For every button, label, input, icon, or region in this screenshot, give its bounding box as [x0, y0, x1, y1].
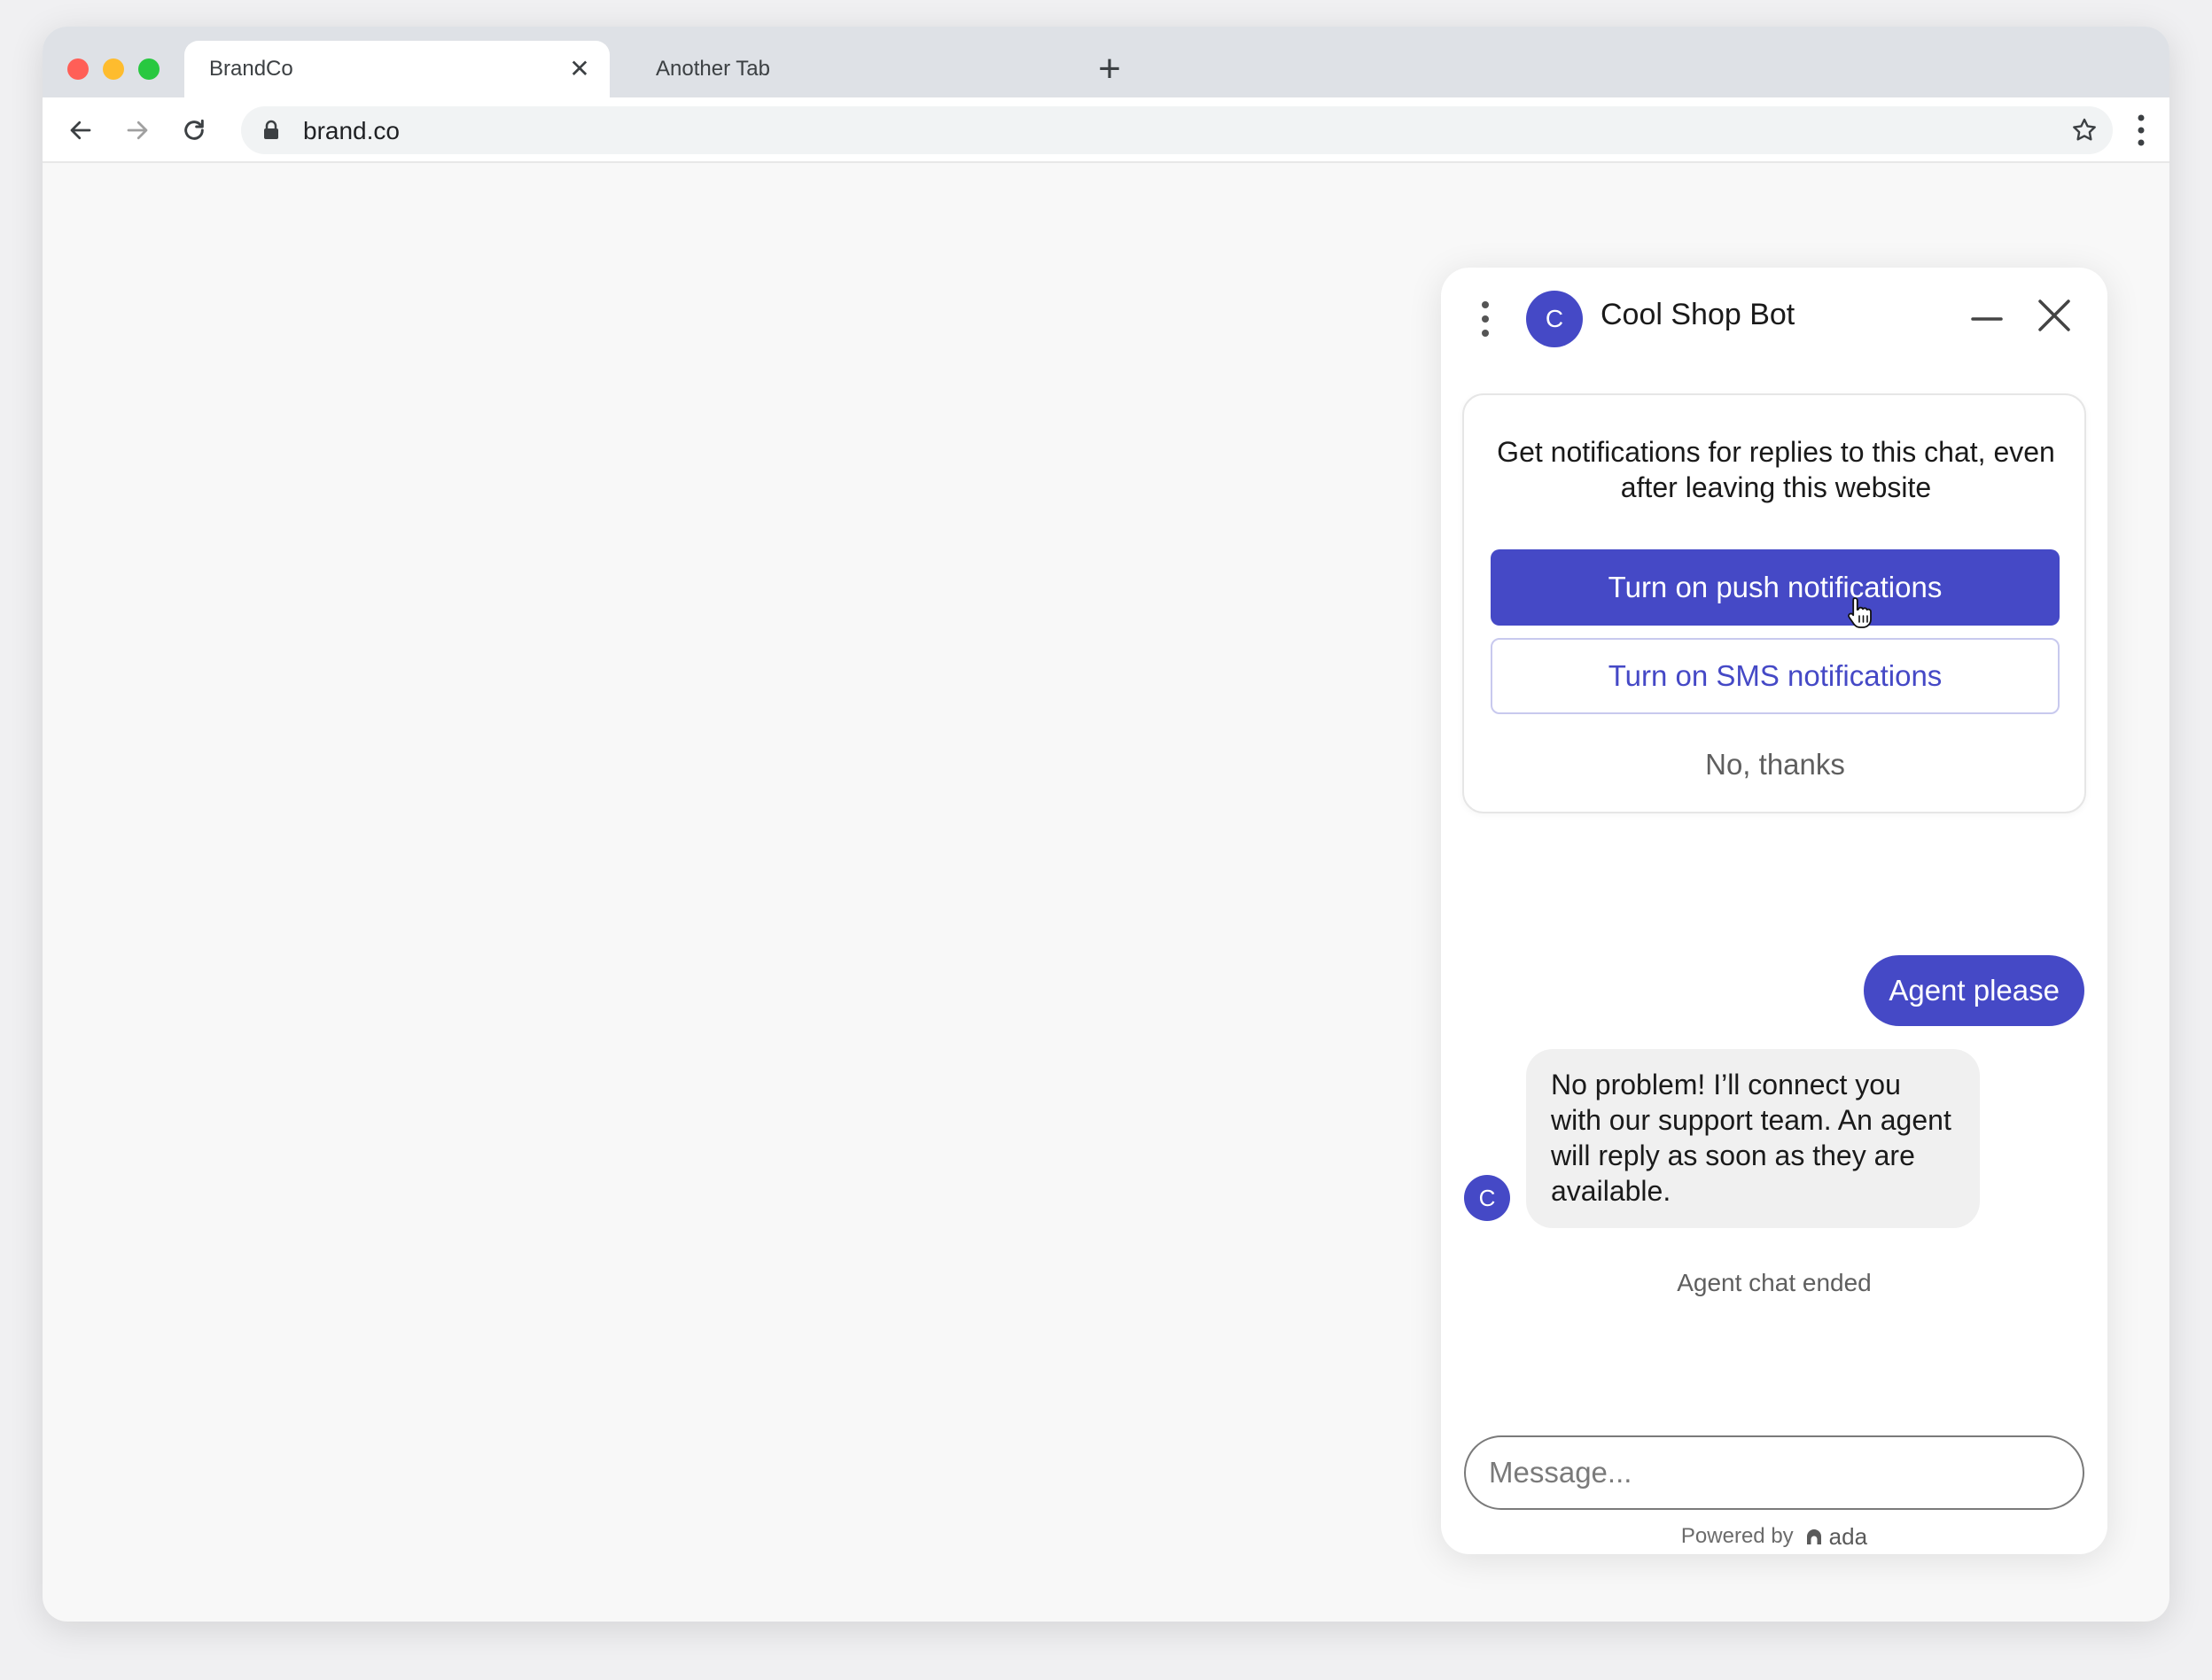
bookmark-star-icon[interactable] [2070, 116, 2099, 144]
powered-by-footer[interactable]: Powered by ada [1441, 1519, 2107, 1554]
bot-message-avatar: C [1464, 1175, 1510, 1221]
bot-avatar: C [1526, 291, 1583, 347]
notification-prompt-text: Get notifications for replies to this ch… [1497, 436, 2055, 503]
powered-by-label: Powered by [1680, 1524, 1794, 1548]
notification-prompt: Get notifications for replies to this ch… [1462, 393, 2086, 813]
hand-cursor-icon [1848, 597, 1872, 628]
reload-button[interactable] [174, 110, 214, 151]
browser-menu-icon[interactable] [2136, 112, 2146, 149]
tab-label: BrandCo [209, 57, 293, 81]
tab-brandco[interactable]: BrandCo ✕ [184, 41, 610, 97]
tab-label: Another Tab [656, 57, 770, 81]
close-icon[interactable] [2037, 298, 2072, 333]
ada-logo-icon [1806, 1529, 1821, 1544]
system-status-note: Agent chat ended [1677, 1269, 1872, 1296]
tab-strip: BrandCo ✕ Another Tab + [43, 27, 2169, 97]
arrow-right-icon [127, 121, 148, 140]
back-button[interactable] [60, 110, 101, 151]
maximize-window-button[interactable] [138, 58, 160, 80]
browser-window: BrandCo ✕ Another Tab + brand.co C Cool … [43, 27, 2169, 1622]
tab-close-icon[interactable]: ✕ [565, 55, 594, 83]
reload-icon [184, 119, 204, 140]
close-window-button[interactable] [67, 58, 89, 80]
sms-notifications-button[interactable]: Turn on SMS notifications [1491, 638, 2060, 714]
browser-toolbar: brand.co [43, 97, 2169, 163]
new-tab-icon[interactable]: + [1088, 48, 1131, 90]
chat-header: C Cool Shop Bot [1441, 268, 2107, 367]
chat-menu-icon[interactable] [1480, 299, 1491, 338]
url-text: brand.co [303, 117, 400, 144]
minimize-icon[interactable] [1969, 303, 2005, 335]
brand-name: ada [1828, 1522, 1868, 1550]
decline-notifications-button[interactable]: No, thanks [1491, 727, 2060, 803]
arrow-left-icon [70, 121, 91, 140]
bot-message: No problem! I’ll connect you with our su… [1526, 1049, 1980, 1228]
lock-icon [264, 120, 278, 139]
push-notifications-button[interactable]: Turn on push notifications [1491, 549, 2060, 626]
user-message: Agent please [1864, 955, 2084, 1026]
tab-another[interactable]: Another Tab [656, 41, 1028, 97]
chat-title: Cool Shop Bot [1601, 298, 1795, 331]
chat-widget: C Cool Shop Bot Get notifications for re… [1441, 268, 2107, 1554]
minimize-window-button[interactable] [103, 58, 124, 80]
message-input[interactable] [1464, 1435, 2084, 1510]
address-bar[interactable]: brand.co [241, 106, 2113, 154]
forward-button[interactable] [117, 110, 158, 151]
